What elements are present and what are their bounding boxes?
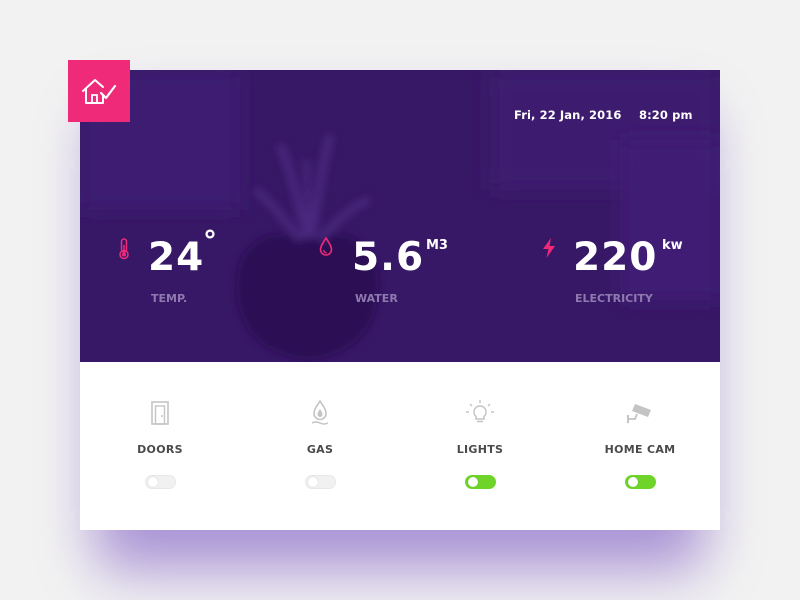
temperature-value: 24 (148, 235, 205, 280)
toggle-knob (628, 477, 638, 487)
electricity-label: ELECTRICITY (575, 292, 653, 305)
door-icon (145, 398, 175, 428)
app-logo[interactable] (68, 60, 130, 122)
toggle-knob (468, 477, 478, 487)
thermometer-icon (119, 238, 129, 260)
smart-home-dashboard-card: Fri, 22 Jan, 2016 8:20 pm 24 ° TEMP. 5.6… (80, 70, 720, 530)
current-time: 8:20 pm (639, 108, 693, 122)
water-label: WATER (355, 292, 398, 305)
control-doors: DOORS (100, 362, 220, 530)
home-check-icon (82, 79, 117, 104)
blurred-plant-background (80, 70, 720, 362)
control-home-cam: HOME CAM (580, 362, 700, 530)
lights-label: LIGHTS (456, 443, 504, 456)
light-bulb-icon (465, 398, 495, 428)
water-drop-icon (319, 237, 333, 256)
electricity-value: 220 (573, 235, 658, 280)
home-cam-toggle[interactable] (625, 475, 656, 489)
current-date: Fri, 22 Jan, 2016 (514, 108, 622, 122)
gas-toggle[interactable] (305, 475, 336, 489)
hero-panel: Fri, 22 Jan, 2016 8:20 pm 24 ° TEMP. 5.6… (80, 70, 720, 362)
water-value: 5.6 (352, 235, 425, 280)
control-lights: LIGHTS (420, 362, 540, 530)
toggle-knob (148, 477, 158, 487)
doors-label: DOORS (137, 443, 183, 456)
lights-toggle[interactable] (465, 475, 496, 489)
temperature-label: TEMP. (151, 292, 188, 305)
gas-label: GAS (306, 443, 334, 456)
control-gas: GAS (260, 362, 380, 530)
electricity-unit: kw (662, 238, 683, 253)
home-cam-label: HOME CAM (604, 443, 676, 456)
temperature-unit: ° (203, 224, 217, 257)
device-controls: DOORS GAS LIGHTS HOME CAM (80, 362, 720, 530)
gas-flame-icon (305, 398, 335, 428)
lightning-icon (543, 238, 555, 258)
security-camera-icon (625, 398, 655, 428)
toggle-knob (308, 477, 318, 487)
doors-toggle[interactable] (145, 475, 176, 489)
water-unit: M3 (426, 238, 448, 253)
